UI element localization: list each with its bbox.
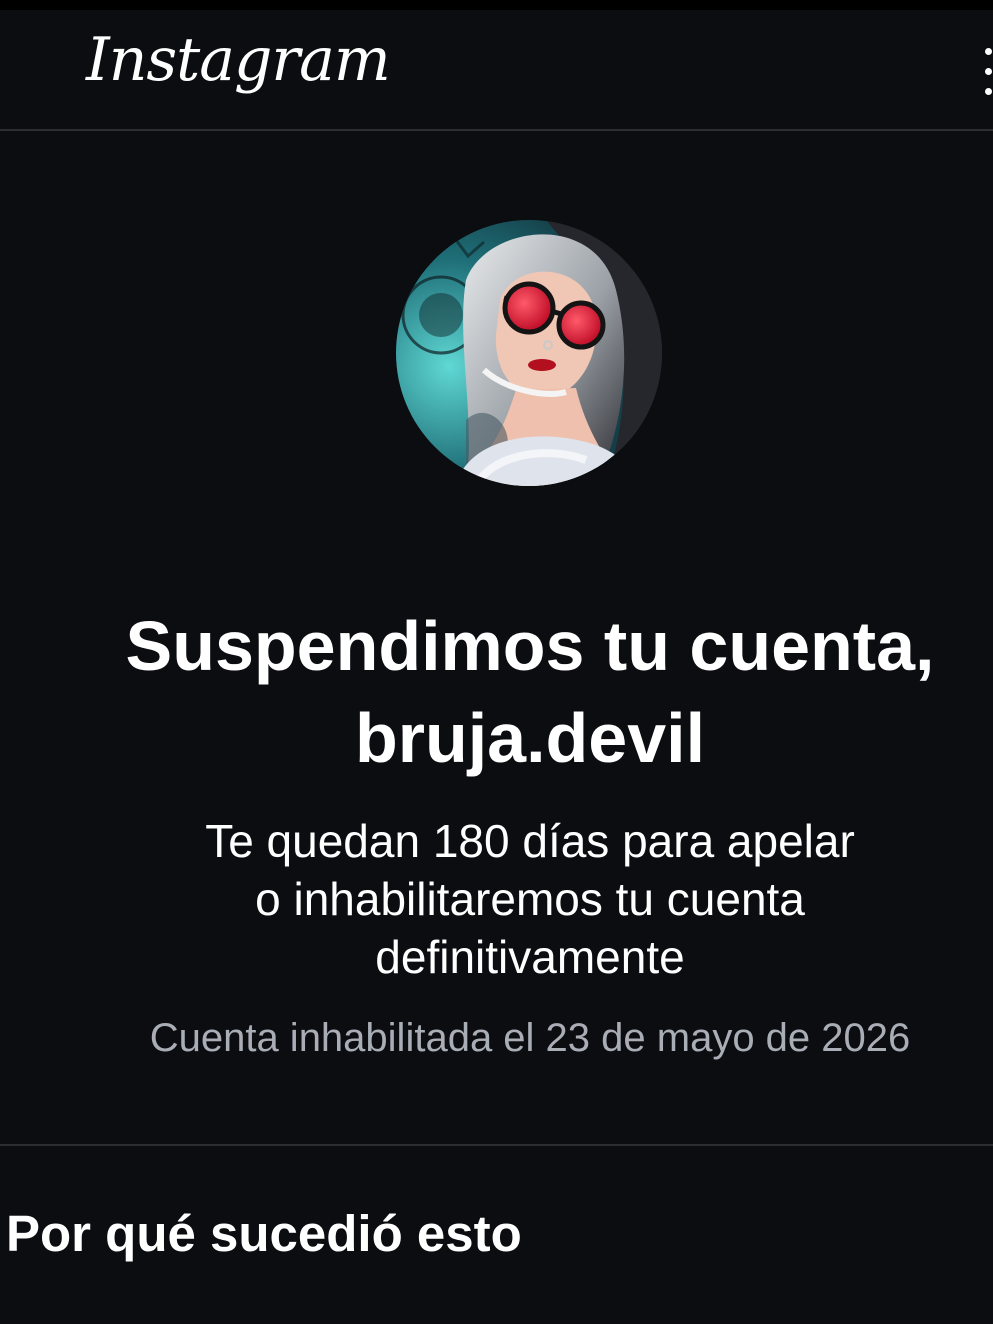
avatar-image xyxy=(396,220,662,486)
account-disabled-date: Cuenta inhabilitada el 23 de mayo de 202… xyxy=(149,1016,911,1060)
account-username: bruja.devil xyxy=(354,699,706,777)
instagram-logo: Instagram xyxy=(86,25,391,95)
menu-dot xyxy=(985,88,992,95)
appeal-line-2: o inhabilitaremos tu cuenta xyxy=(255,873,805,925)
menu-dot xyxy=(985,48,992,55)
status-bar-strip xyxy=(0,0,993,10)
section-divider xyxy=(0,1144,993,1146)
why-this-happened-heading[interactable]: Por qué sucedió esto xyxy=(6,1204,522,1263)
profile-avatar xyxy=(396,220,662,486)
appeal-line-1: Te quedan 180 días para apelar xyxy=(205,815,855,867)
more-options-button[interactable] xyxy=(983,42,993,102)
suspension-headline: Suspendimos tu cuenta, bruja.devil xyxy=(40,600,993,784)
appeal-deadline-message: Te quedan 180 días para apelar o inhabil… xyxy=(0,812,993,986)
menu-dot xyxy=(985,68,992,75)
header-divider xyxy=(0,129,993,131)
headline-line-1: Suspendimos tu cuenta, xyxy=(125,607,935,685)
appeal-line-3: definitivamente xyxy=(375,931,685,983)
app-header: Instagram xyxy=(0,10,993,130)
